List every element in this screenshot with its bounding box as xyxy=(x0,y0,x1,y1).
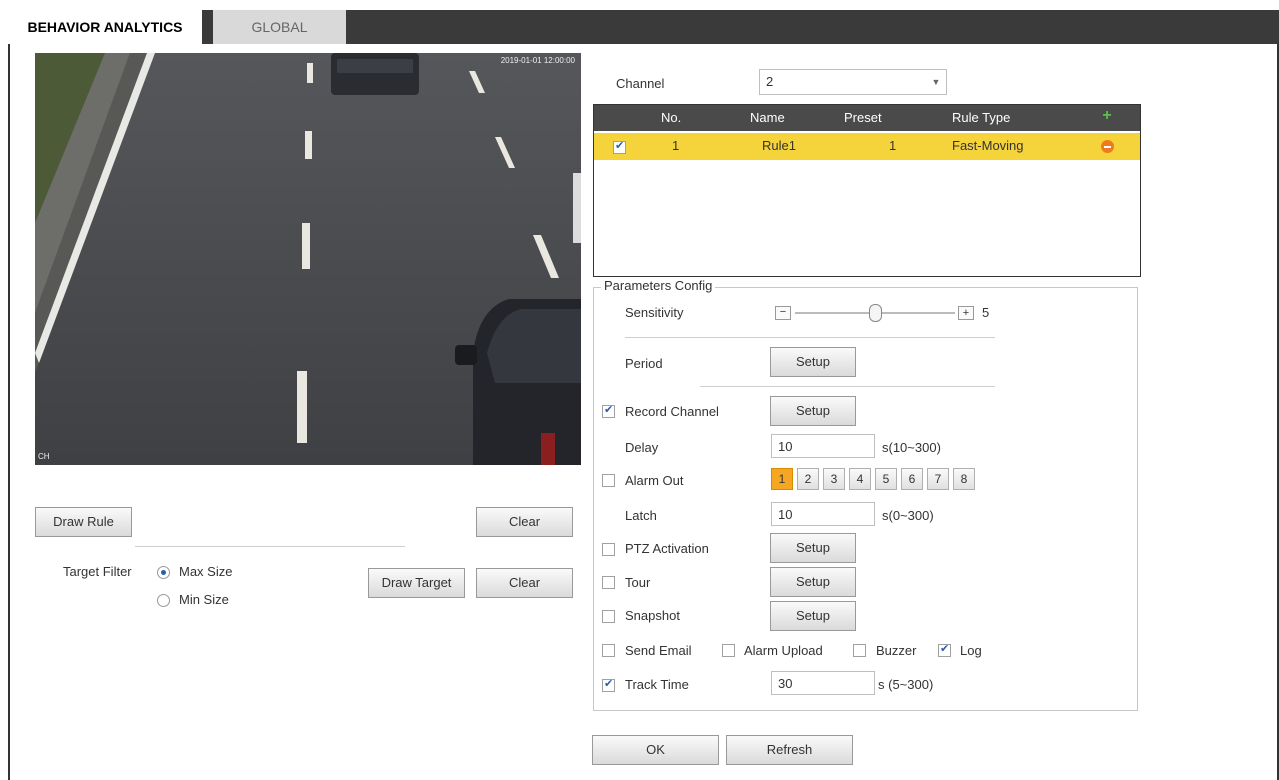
divider xyxy=(700,386,995,387)
rule-preset: 1 xyxy=(889,138,897,153)
column-no: No. xyxy=(661,110,682,125)
clear-target-button[interactable]: Clear xyxy=(476,568,573,598)
min-size-label: Min Size xyxy=(179,592,229,607)
table-row[interactable]: 1 Rule1 1 Fast-Moving xyxy=(594,133,1140,160)
tab-global[interactable]: GLOBAL xyxy=(213,10,346,44)
sensitivity-plus-button[interactable]: + xyxy=(958,306,974,320)
column-preset: Preset xyxy=(844,110,882,125)
sensitivity-value: 5 xyxy=(982,305,990,320)
delay-input[interactable] xyxy=(771,434,875,458)
video-timestamp: 2019-01-01 12:00:00 xyxy=(500,56,575,65)
record-channel-label: Record Channel xyxy=(625,404,719,419)
latch-input[interactable] xyxy=(771,502,875,526)
alarm-out-7-button[interactable]: 7 xyxy=(927,468,949,490)
chevron-down-icon[interactable]: ▼ xyxy=(926,70,946,94)
track-time-input[interactable] xyxy=(771,671,875,695)
alarm-upload-label: Alarm Upload xyxy=(744,643,823,658)
period-label: Period xyxy=(625,356,663,371)
draw-target-button[interactable]: Draw Target xyxy=(368,568,465,598)
delay-range: s(10~300) xyxy=(882,440,941,455)
draw-rule-button[interactable]: Draw Rule xyxy=(35,507,132,537)
sensitivity-label: Sensitivity xyxy=(625,305,684,320)
alarm-out-5-button[interactable]: 5 xyxy=(875,468,897,490)
send-email-label: Send Email xyxy=(625,643,692,658)
channel-label: Channel xyxy=(616,76,665,91)
alarm-out-2-button[interactable]: 2 xyxy=(797,468,819,490)
video-preview[interactable]: 2019-01-01 12:00:00 CH xyxy=(35,53,581,465)
alarm-out-6-button[interactable]: 6 xyxy=(901,468,923,490)
record-channel-checkbox[interactable] xyxy=(602,403,615,418)
add-rule-icon[interactable]: + xyxy=(1100,108,1114,124)
alarm-out-1-button[interactable]: 1 xyxy=(771,468,793,490)
column-name: Name xyxy=(750,110,785,125)
rule-row-checkbox[interactable] xyxy=(613,139,626,154)
refresh-button[interactable]: Refresh xyxy=(726,735,853,765)
column-rule-type: Rule Type xyxy=(952,110,1011,125)
period-setup-button[interactable]: Setup xyxy=(770,347,856,377)
alarm-out-label: Alarm Out xyxy=(625,473,684,488)
ptz-activation-label: PTZ Activation xyxy=(625,541,709,556)
tour-label: Tour xyxy=(625,575,651,590)
tour-setup-button[interactable]: Setup xyxy=(770,567,856,597)
record-channel-setup-button[interactable]: Setup xyxy=(770,396,856,426)
ok-button[interactable]: OK xyxy=(592,735,719,765)
sensitivity-slider-thumb[interactable] xyxy=(868,304,882,322)
rule-type: Fast-Moving xyxy=(952,138,1024,153)
video-channel-tag: CH xyxy=(38,452,50,461)
alarm-out-4-button[interactable]: 4 xyxy=(849,468,871,490)
divider xyxy=(135,546,405,547)
min-size-radio[interactable] xyxy=(157,594,170,607)
snapshot-checkbox[interactable] xyxy=(602,610,615,623)
parameters-config-legend: Parameters Config xyxy=(601,278,716,293)
delay-label: Delay xyxy=(625,440,659,455)
max-size-label: Max Size xyxy=(179,564,233,579)
latch-label: Latch xyxy=(625,508,657,523)
alarm-out-3-button[interactable]: 3 xyxy=(823,468,845,490)
ptz-setup-button[interactable]: Setup xyxy=(770,533,856,563)
target-filter-label: Target Filter xyxy=(63,564,132,579)
clear-rule-button[interactable]: Clear xyxy=(476,507,573,537)
alarm-upload-checkbox[interactable] xyxy=(722,644,735,657)
log-label: Log xyxy=(960,643,982,658)
track-time-checkbox[interactable] xyxy=(602,677,615,692)
alarm-out-8-button[interactable]: 8 xyxy=(953,468,975,490)
track-time-range: s (5~300) xyxy=(878,677,934,692)
snapshot-label: Snapshot xyxy=(625,608,680,623)
buzzer-checkbox[interactable] xyxy=(853,644,866,657)
rule-name: Rule1 xyxy=(762,138,796,153)
buzzer-label: Buzzer xyxy=(876,643,917,658)
channel-value: 2 xyxy=(766,74,774,89)
alarm-out-checkbox[interactable] xyxy=(602,474,615,487)
tab-behavior-analytics[interactable]: BEHAVIOR ANALYTICS xyxy=(8,10,202,44)
rule-no: 1 xyxy=(672,138,680,153)
send-email-checkbox[interactable] xyxy=(602,644,615,657)
latch-range: s(0~300) xyxy=(882,508,934,523)
rule-table: No. Name Preset Rule Type 1 Rule1 1 Fast… xyxy=(593,104,1141,277)
remove-rule-icon[interactable] xyxy=(1101,140,1114,153)
log-checkbox[interactable] xyxy=(938,642,951,657)
road-scene-image xyxy=(35,53,581,465)
sensitivity-minus-button[interactable]: − xyxy=(775,306,791,320)
rule-table-header: No. Name Preset Rule Type xyxy=(594,105,1140,131)
ptz-activation-checkbox[interactable] xyxy=(602,543,615,556)
channel-select[interactable]: 2 ▼ xyxy=(759,69,947,95)
snapshot-setup-button[interactable]: Setup xyxy=(770,601,856,631)
track-time-label: Track Time xyxy=(625,677,689,692)
max-size-radio[interactable] xyxy=(157,566,170,579)
tour-checkbox[interactable] xyxy=(602,576,615,589)
divider xyxy=(625,337,995,338)
